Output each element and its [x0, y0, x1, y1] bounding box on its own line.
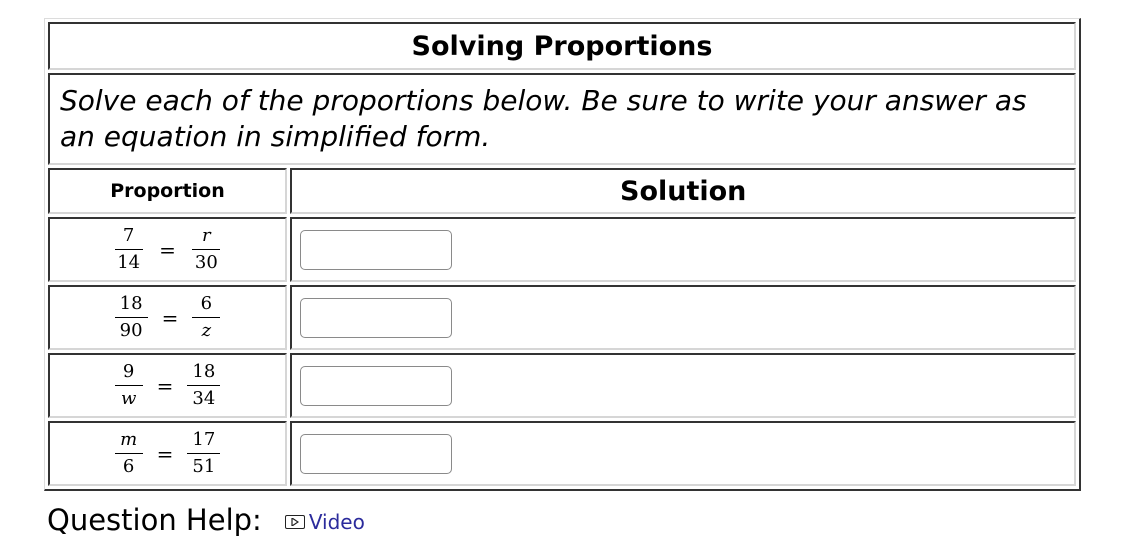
- equals-sign: =: [161, 305, 179, 330]
- right-denominator: z: [201, 320, 212, 341]
- left-numerator: 18: [114, 293, 148, 318]
- right-fraction: r 30: [190, 225, 223, 274]
- right-numerator: r: [192, 225, 221, 250]
- instructions: Solve each of the proportions below. Be …: [48, 73, 1076, 165]
- solution-cell: [290, 421, 1076, 486]
- proportion-equation: 7 14 = r 30: [108, 225, 227, 274]
- question-help-label: Question Help:: [47, 503, 262, 537]
- proportion-cell: 7 14 = r 30: [48, 217, 287, 282]
- video-link-label: Video: [308, 510, 365, 534]
- question-help: Question Help: Video: [47, 503, 365, 537]
- solution-cell: [290, 217, 1076, 282]
- left-fraction: 7 14: [112, 225, 145, 274]
- answer-input[interactable]: [300, 229, 452, 270]
- proportion-cell: 18 90 = 6 z: [48, 285, 287, 350]
- left-fraction: 18 90: [114, 293, 148, 342]
- proportion-equation: 18 90 = 6 z: [111, 293, 225, 342]
- proportion-equation: m 6 = 17 51: [111, 429, 225, 478]
- answer-input[interactable]: [300, 365, 452, 406]
- proportion-row: m 6 = 17 51: [48, 421, 1076, 486]
- play-video-icon: [284, 515, 305, 529]
- header-proportion: Proportion: [48, 168, 287, 214]
- left-fraction: m 6: [114, 429, 143, 478]
- proportion-cell: m 6 = 17 51: [48, 421, 287, 486]
- left-numerator: m: [114, 429, 143, 454]
- proportion-row: 9 w = 18 34: [48, 353, 1076, 418]
- right-numerator: 17: [187, 429, 221, 454]
- right-numerator: 6: [192, 293, 221, 318]
- left-numerator: 7: [114, 225, 143, 250]
- proportion-equation: 9 w = 18 34: [111, 361, 225, 410]
- solution-cell: [290, 353, 1076, 418]
- equals-sign: =: [156, 373, 174, 398]
- right-fraction: 17 51: [187, 429, 221, 478]
- right-denominator: 34: [192, 388, 216, 409]
- right-fraction: 18 34: [187, 361, 221, 410]
- answer-input[interactable]: [300, 297, 452, 338]
- proportion-row: 18 90 = 6 z: [48, 285, 1076, 350]
- header-solution: Solution: [290, 168, 1076, 214]
- question-table: Solving Proportions Solve each of the pr…: [44, 18, 1081, 491]
- equals-sign: =: [159, 237, 176, 262]
- left-fraction: 9 w: [114, 361, 143, 410]
- left-denominator: 90: [119, 320, 143, 341]
- proportion-row: 7 14 = r 30: [48, 217, 1076, 282]
- video-help-link[interactable]: Video: [284, 510, 365, 534]
- answer-input[interactable]: [300, 433, 452, 474]
- solution-cell: [290, 285, 1076, 350]
- right-numerator: 18: [187, 361, 221, 386]
- right-denominator: 30: [194, 252, 218, 273]
- proportion-cell: 9 w = 18 34: [48, 353, 287, 418]
- right-denominator: 51: [192, 456, 216, 477]
- proportion-rows: 7 14 = r 30 18 90 = 6 z 9 w = 18 34 m 6 …: [48, 217, 1076, 486]
- left-denominator: 14: [117, 252, 141, 273]
- left-denominator: w: [120, 388, 137, 409]
- question-title: Solving Proportions: [48, 22, 1076, 70]
- left-numerator: 9: [114, 361, 143, 386]
- right-fraction: 6 z: [192, 293, 221, 342]
- equals-sign: =: [156, 441, 174, 466]
- left-denominator: 6: [122, 456, 135, 477]
